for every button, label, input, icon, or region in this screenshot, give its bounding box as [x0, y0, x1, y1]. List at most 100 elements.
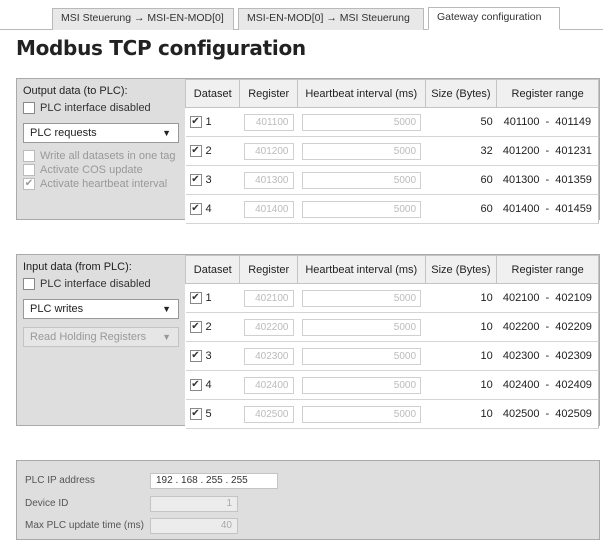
input-plc-disabled-checkbox[interactable] — [23, 278, 35, 290]
column-heartbeat: Heartbeat interval (ms) — [297, 255, 426, 284]
column-register-range: Register range — [496, 255, 599, 284]
dataset-checkbox[interactable]: ✔ — [189, 145, 202, 157]
heartbeat-field[interactable]: 5000 — [301, 142, 422, 160]
register-field: 401400 — [243, 200, 294, 218]
input-plc-disabled-row[interactable]: PLC interface disabled — [23, 277, 179, 291]
register-field: 401100 — [243, 113, 294, 131]
register-range: 401300-401359 — [496, 165, 599, 195]
dataset-checkbox[interactable]: ✔ — [189, 292, 202, 304]
size-value: 10 — [425, 370, 497, 400]
register-field: 401200 — [243, 142, 294, 160]
table-row: ✔ 4 401400 5000 60 401400-401459 — [185, 194, 599, 224]
dataset-number: 1 — [205, 292, 212, 304]
dataset-number: 2 — [205, 321, 212, 333]
dataset-number: 3 — [205, 350, 212, 362]
table-row: ✔ 3 402300 5000 10 402300-402309 — [185, 341, 599, 371]
table-row: ✔ 4 402400 5000 10 402400-402409 — [185, 370, 599, 400]
write-all-datasets-label: Write all datasets in one tag — [40, 150, 176, 162]
column-register: Register — [239, 79, 298, 108]
size-value: 60 — [425, 165, 497, 195]
tab-to-mod[interactable]: MSI Steuerung → MSI-EN-MOD[0] — [52, 8, 234, 30]
heartbeat-field: 5000 — [301, 347, 422, 365]
activate-cos-row: Activate COS update — [23, 163, 179, 177]
max-update-label: Max PLC update time (ms) — [25, 520, 144, 531]
table-row: ✔ 2 402200 5000 10 402200-402209 — [185, 312, 599, 342]
device-id-label: Device ID — [25, 498, 69, 509]
plc-settings-panel: PLC IP address 192 . 168 . 255 . 255 Dev… — [16, 460, 600, 540]
activate-heartbeat-label: Activate heartbeat interval — [40, 178, 168, 190]
chevron-down-icon: ▼ — [162, 304, 171, 314]
activate-cos-checkbox — [23, 164, 35, 176]
output-panel: Output data (to PLC): PLC interface disa… — [16, 78, 600, 224]
size-value: 32 — [425, 136, 497, 166]
table-row: ✔ 3 401300 5000 60 401300-401359 — [185, 165, 599, 195]
heartbeat-field: 5000 — [301, 289, 422, 307]
dataset-checkbox[interactable]: ✔ — [189, 350, 202, 362]
output-title: Output data (to PLC): — [23, 85, 128, 97]
column-dataset: Dataset — [184, 255, 241, 284]
table-row: ✔ 1 402100 5000 10 402100-402109 — [185, 283, 599, 313]
dataset-number: 4 — [205, 379, 212, 391]
dataset-checkbox[interactable]: ✔ — [189, 379, 202, 391]
output-settings: Output data (to PLC): PLC interface disa… — [17, 79, 185, 219]
register-field: 402300 — [243, 347, 294, 365]
output-mode-value: PLC requests — [30, 127, 97, 139]
table-row: ✔ 2 401200 5000 32 401200-401231 — [185, 136, 599, 166]
register-field: 401300 — [243, 171, 294, 189]
input-plc-disabled-label: PLC interface disabled — [40, 278, 151, 290]
register-range: 402400-402409 — [496, 370, 599, 400]
function-select: Read Holding Registers ▼ — [23, 327, 179, 347]
heartbeat-field: 5000 — [301, 376, 422, 394]
input-settings: Input data (from PLC): PLC interface dis… — [17, 255, 185, 425]
plc-ip-field[interactable]: 192 . 168 . 255 . 255 — [150, 473, 278, 489]
max-update-field: 40 — [150, 518, 238, 534]
write-all-datasets-row: Write all datasets in one tag — [23, 149, 179, 163]
check-icon: ✔ — [23, 178, 35, 190]
input-mode-select[interactable]: PLC writes ▼ — [23, 299, 179, 319]
column-size: Size (Bytes) — [424, 255, 498, 284]
dataset-number: 4 — [205, 203, 212, 215]
register-field: 402200 — [243, 318, 294, 336]
dataset-checkbox[interactable]: ✔ — [189, 116, 202, 128]
column-register: Register — [239, 255, 298, 284]
dataset-number: 5 — [205, 408, 212, 420]
size-value: 60 — [425, 194, 497, 224]
register-range: 402200-402209 — [496, 312, 599, 342]
column-register-range: Register range — [496, 79, 599, 108]
dataset-checkbox[interactable]: ✔ — [189, 203, 202, 215]
output-plc-disabled-row[interactable]: PLC interface disabled — [23, 101, 179, 115]
tab-gateway-configuration[interactable]: Gateway configuration — [428, 7, 560, 30]
dataset-number: 1 — [205, 116, 212, 128]
chevron-down-icon: ▼ — [162, 128, 171, 138]
register-range: 401200-401231 — [496, 136, 599, 166]
register-range: 402300-402309 — [496, 341, 599, 371]
heartbeat-field: 5000 — [301, 405, 422, 423]
output-mode-select[interactable]: PLC requests ▼ — [23, 123, 179, 143]
dataset-checkbox[interactable]: ✔ — [189, 174, 202, 186]
heartbeat-field[interactable]: 5000 — [301, 113, 422, 131]
register-field: 402100 — [243, 289, 294, 307]
heartbeat-field: 5000 — [301, 318, 422, 336]
input-panel: Input data (from PLC): PLC interface dis… — [16, 254, 600, 429]
dataset-checkbox[interactable]: ✔ — [189, 408, 202, 420]
tab-from-mod[interactable]: MSI-EN-MOD[0] → MSI Steuerung — [238, 8, 424, 30]
heartbeat-field[interactable]: 5000 — [301, 200, 422, 218]
dataset-checkbox[interactable]: ✔ — [189, 321, 202, 333]
input-mode-value: PLC writes — [30, 303, 84, 315]
register-range: 402100-402109 — [496, 283, 599, 313]
size-value: 10 — [425, 341, 497, 371]
size-value: 10 — [425, 283, 497, 313]
chevron-down-icon: ▼ — [162, 332, 171, 342]
page-title: Modbus TCP configuration — [16, 36, 306, 60]
register-field: 402500 — [243, 405, 294, 423]
register-range: 401100-401149 — [496, 107, 599, 137]
output-plc-disabled-checkbox[interactable] — [23, 102, 35, 114]
plc-ip-label: PLC IP address — [25, 475, 95, 486]
register-range: 401400-401459 — [496, 194, 599, 224]
size-value: 50 — [425, 107, 497, 137]
table-row: ✔ 5 402500 5000 10 402500-402509 — [185, 399, 599, 429]
write-all-datasets-checkbox — [23, 150, 35, 162]
input-table: Dataset Register Heartbeat interval (ms)… — [184, 255, 599, 429]
heartbeat-field[interactable]: 5000 — [301, 171, 422, 189]
activate-cos-label: Activate COS update — [40, 164, 143, 176]
